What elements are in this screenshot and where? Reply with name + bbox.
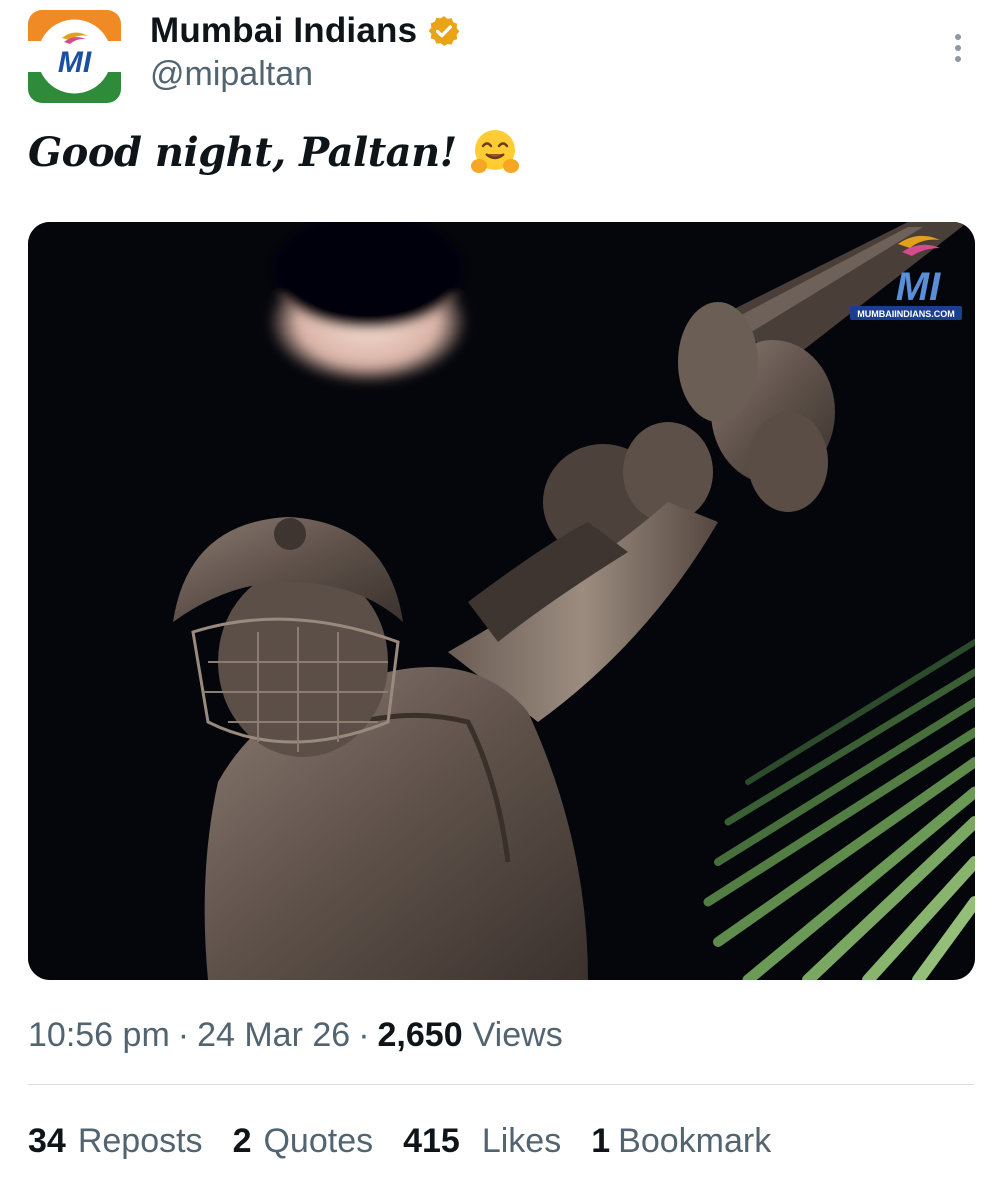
meta-separator: · xyxy=(177,1015,190,1054)
post-time[interactable]: 10:56 pm xyxy=(28,1016,170,1055)
reposts-count: 34 xyxy=(28,1121,66,1160)
statue-moon-photo: MI MUMBAIINDIANS.COM xyxy=(28,222,975,980)
more-vertical-icon xyxy=(955,34,961,62)
views-count: 2,650 xyxy=(377,1015,463,1054)
verified-badge-icon xyxy=(427,14,461,48)
engagement-stats: 34 Reposts 2 Quotes 415 Likes 1 Bookmark xyxy=(28,1118,801,1164)
author-handle[interactable]: @mipaltan xyxy=(150,55,313,94)
views-label: Views xyxy=(472,1015,563,1054)
likes-stat[interactable]: 415 Likes xyxy=(403,1122,561,1161)
post-text-content: Good night, Paltan! xyxy=(28,128,457,176)
bookmarks-label: Bookmark xyxy=(618,1121,772,1160)
more-options-button[interactable] xyxy=(938,28,978,68)
display-name[interactable]: Mumbai Indians xyxy=(150,11,417,51)
likes-label: Likes xyxy=(481,1121,562,1160)
avatar-logo-text: MI xyxy=(58,46,92,79)
bookmarks-stat[interactable]: 1 Bookmark xyxy=(591,1122,771,1161)
author-name-row: Mumbai Indians xyxy=(150,10,461,52)
likes-count: 415 xyxy=(403,1121,460,1160)
divider xyxy=(28,1084,974,1085)
post-media-image[interactable]: MI MUMBAIINDIANS.COM xyxy=(28,222,975,980)
post-text: Good night, Paltan! xyxy=(28,124,521,180)
media-watermark-text: MUMBAIINDIANS.COM xyxy=(857,309,955,319)
post-date[interactable]: 24 Mar 26 xyxy=(197,1016,350,1055)
crescent-moon xyxy=(268,222,468,384)
svg-text:MI: MI xyxy=(896,265,941,309)
meta-separator: · xyxy=(358,1015,370,1054)
hugging-face-emoji-icon xyxy=(469,126,521,178)
avatar[interactable]: MI xyxy=(28,10,121,103)
post: MI Mumbai Indians @mipaltan Good night, … xyxy=(0,0,1002,1200)
reposts-label: Reposts xyxy=(77,1121,203,1160)
reposts-stat[interactable]: 34 Reposts xyxy=(28,1122,203,1161)
quotes-stat[interactable]: 2 Quotes xyxy=(233,1122,374,1161)
quotes-label: Quotes xyxy=(263,1121,374,1160)
bookmarks-count: 1 xyxy=(591,1121,611,1160)
post-meta: 10:56 pm · 24 Mar 26 · 2,650 Views xyxy=(28,1012,563,1058)
quotes-count: 2 xyxy=(232,1121,252,1160)
mi-logo-avatar: MI xyxy=(28,10,121,103)
